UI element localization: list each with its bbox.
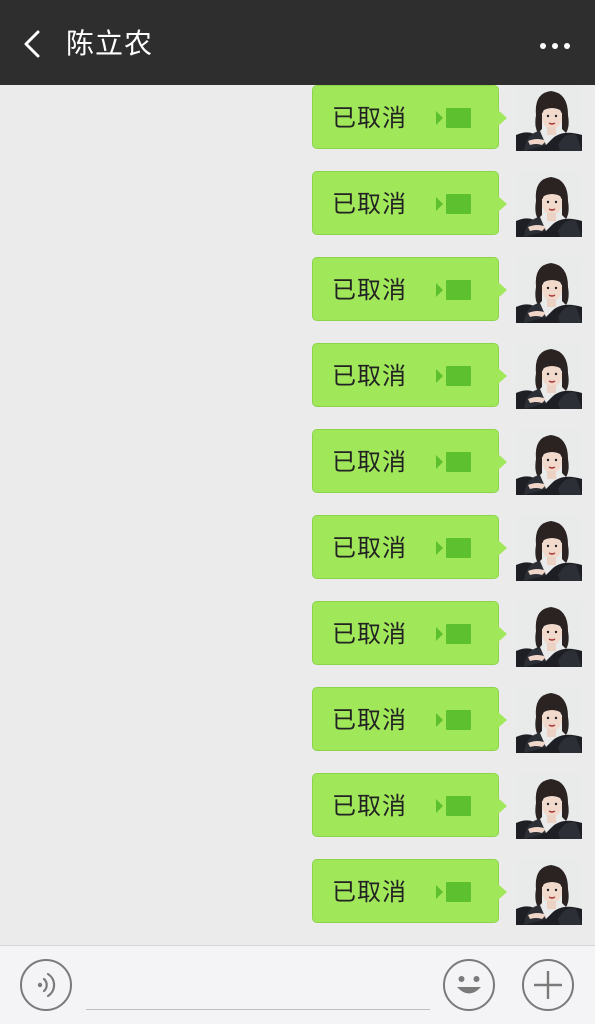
message-bubble[interactable]: 已取消 bbox=[312, 601, 507, 665]
message-row: 已取消 bbox=[0, 257, 595, 323]
message-bubble[interactable]: 已取消 bbox=[312, 515, 507, 579]
message-row: 已取消 bbox=[0, 515, 595, 581]
video-call-icon bbox=[434, 365, 472, 387]
message-text: 已取消 bbox=[332, 190, 407, 218]
message-text: 已取消 bbox=[332, 448, 407, 476]
avatar[interactable] bbox=[516, 515, 582, 581]
message-text: 已取消 bbox=[332, 534, 407, 562]
message-row: 已取消 bbox=[0, 773, 595, 839]
video-call-icon bbox=[434, 623, 472, 645]
message-text: 已取消 bbox=[332, 362, 407, 390]
message-row: 已取消 bbox=[0, 687, 595, 753]
message-list[interactable]: 已取消 已取消 已取消 已取消 已取消 已取消 已取消 已取消 已取消 已取消 bbox=[0, 85, 595, 945]
message-row: 已取消 bbox=[0, 343, 595, 409]
message-text: 已取消 bbox=[332, 276, 407, 304]
back-button[interactable] bbox=[10, 22, 54, 66]
message-bubble[interactable]: 已取消 bbox=[312, 687, 507, 751]
message-bubble[interactable]: 已取消 bbox=[312, 859, 507, 923]
input-bar bbox=[0, 945, 595, 1024]
message-text: 已取消 bbox=[332, 620, 407, 648]
video-call-icon bbox=[434, 795, 472, 817]
plus-icon bbox=[521, 958, 575, 1012]
message-bubble[interactable]: 已取消 bbox=[312, 257, 507, 321]
message-row: 已取消 bbox=[0, 429, 595, 495]
emoji-icon bbox=[442, 958, 496, 1012]
chevron-left-icon bbox=[10, 22, 54, 66]
voice-icon bbox=[19, 958, 73, 1012]
avatar[interactable] bbox=[516, 859, 582, 925]
message-bubble[interactable]: 已取消 bbox=[312, 343, 507, 407]
message-row: 已取消 bbox=[0, 85, 595, 151]
message-bubble[interactable]: 已取消 bbox=[312, 773, 507, 837]
message-text: 已取消 bbox=[332, 706, 407, 734]
message-text: 已取消 bbox=[332, 104, 407, 132]
more-dots-icon bbox=[537, 28, 573, 64]
avatar[interactable] bbox=[516, 257, 582, 323]
message-bubble[interactable]: 已取消 bbox=[312, 171, 507, 235]
message-text: 已取消 bbox=[332, 878, 407, 906]
message-text: 已取消 bbox=[332, 792, 407, 820]
video-call-icon bbox=[434, 537, 472, 559]
message-row: 已取消 bbox=[0, 171, 595, 237]
message-bubble[interactable]: 已取消 bbox=[312, 85, 507, 149]
message-input[interactable] bbox=[86, 960, 430, 1010]
video-call-icon bbox=[434, 279, 472, 301]
more-button[interactable] bbox=[537, 28, 573, 64]
video-call-icon bbox=[434, 881, 472, 903]
emoji-button[interactable] bbox=[442, 958, 496, 1012]
chat-header: 陈立农 bbox=[0, 0, 595, 85]
avatar[interactable] bbox=[516, 773, 582, 839]
avatar[interactable] bbox=[516, 343, 582, 409]
message-row: 已取消 bbox=[0, 601, 595, 667]
video-call-icon bbox=[434, 451, 472, 473]
avatar[interactable] bbox=[516, 429, 582, 495]
avatar[interactable] bbox=[516, 171, 582, 237]
message-row: 已取消 bbox=[0, 859, 595, 925]
chat-title: 陈立农 bbox=[66, 27, 154, 60]
avatar[interactable] bbox=[516, 85, 582, 151]
avatar[interactable] bbox=[516, 687, 582, 753]
plus-button[interactable] bbox=[521, 958, 575, 1012]
video-call-icon bbox=[434, 709, 472, 731]
avatar[interactable] bbox=[516, 601, 582, 667]
video-call-icon bbox=[434, 107, 472, 129]
voice-button[interactable] bbox=[19, 958, 73, 1012]
chat-screen: 陈立农 已取消 已取消 已取消 已取消 已取消 已取消 已取消 已取消 已取消 已取消 bbox=[0, 0, 595, 1024]
video-call-icon bbox=[434, 193, 472, 215]
message-bubble[interactable]: 已取消 bbox=[312, 429, 507, 493]
